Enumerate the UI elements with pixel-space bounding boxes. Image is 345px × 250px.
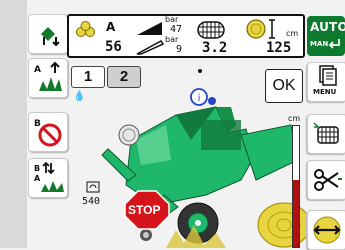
svg-text:A: A [34,174,41,183]
knife-pressure-icon [136,40,165,55]
bale-diameter-value: 125 [266,40,292,56]
tailgate-arrow-icon [41,27,60,47]
pressure-unit: bar [165,15,179,24]
menu-button[interactable]: MENU [307,62,345,102]
status-bar: A 56 bar 47 bar 9 3.2 cm 125 [67,14,305,58]
soft-key-swap[interactable]: B A [28,158,68,198]
pressure-ramp-icon [137,22,162,35]
bidirectional-arrow-icon [313,216,341,244]
net-wraps-value: 3.2 [202,40,228,56]
scale-unit: cm [288,114,301,123]
svg-text:B: B [34,119,41,129]
drive-direction-button[interactable] [307,210,345,250]
net-wrap-button[interactable] [307,114,345,154]
scissors-icon [314,169,342,191]
soft-key-tailgate[interactable] [28,14,68,54]
no-entry-icon: B [34,119,62,147]
speed-counter-icon [86,181,100,193]
diameter-unit: cm [286,29,299,38]
svg-text:A: A [34,65,41,75]
knife-unit: bar [165,35,179,44]
svg-text:i: i [198,93,201,104]
bale-diameter-icon [246,19,275,39]
net-roll-icon [197,21,225,39]
auto-label: AUTO [310,20,345,34]
auto-mode-button[interactable]: AUTO MAN [307,16,345,56]
sensor-icon: i [190,88,216,106]
bale-counter-label: A [106,20,116,34]
indicator-dot [198,69,202,73]
menu-label: MENU [313,88,337,96]
return-arrow-icon [328,39,340,49]
up-arrow-grass-icon: A [34,61,62,91]
stop-label: STOP [128,203,161,217]
bale-count-icon [76,21,95,37]
knife-button[interactable] [307,160,345,200]
soft-key-disable[interactable]: B [28,112,68,152]
fill-level-scale [292,125,300,248]
manual-label: MAN [310,40,329,48]
swap-arrows-grass-icon: B A [34,161,64,192]
left-side-panel [0,0,27,248]
knife-value: 9 [176,44,183,55]
baler-diagram [101,106,306,248]
soft-key-raise[interactable]: A [28,58,68,98]
pressure-value: 47 [170,24,183,35]
svg-text:B: B [34,164,40,173]
bale-count: 56 [105,39,122,55]
fill-level-bar [293,180,299,247]
counter-value: 540 [82,196,101,207]
net-wrap-icon [313,122,339,144]
